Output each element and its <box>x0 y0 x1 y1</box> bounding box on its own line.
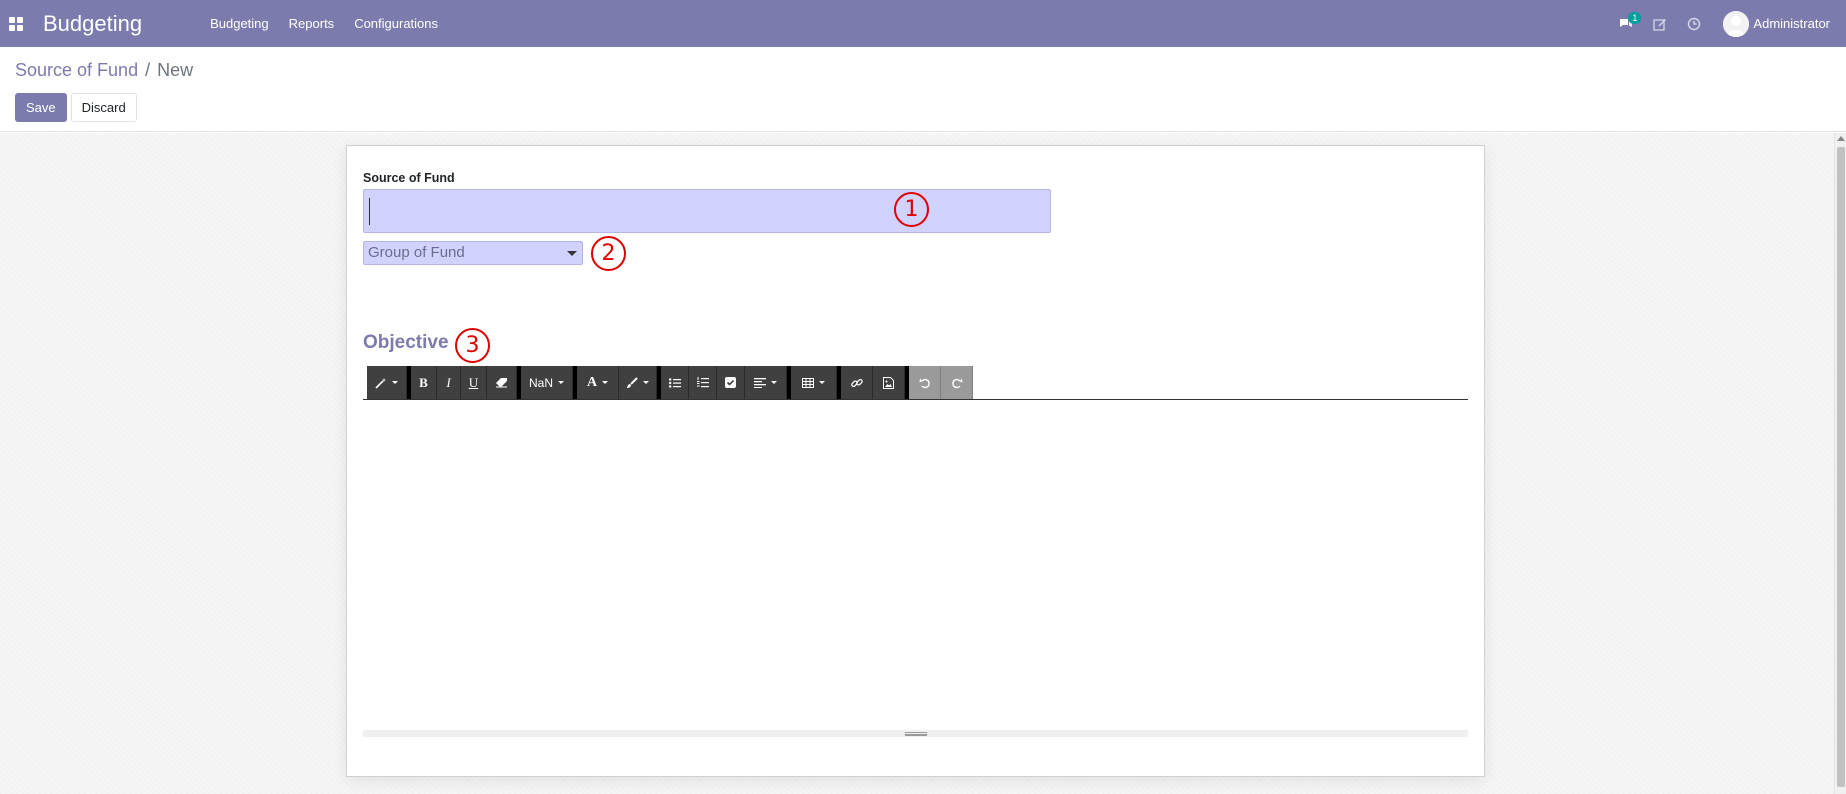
objective-section-title: Objective <box>363 332 449 353</box>
table-icon <box>802 377 814 388</box>
image-icon <box>883 376 894 389</box>
activity-menu[interactable] <box>1677 0 1711 47</box>
scrollbar-thumb[interactable] <box>1837 147 1845 787</box>
annotation-marker-1: 1 <box>894 192 929 227</box>
font-color-label: A <box>586 374 598 390</box>
eraser-icon <box>496 377 507 387</box>
toolbar-group-table <box>791 366 837 399</box>
vertical-scrollbar[interactable] <box>1834 133 1846 794</box>
clock-icon <box>1688 17 1701 30</box>
form-sheet: Source of Fund 1 Group of Fund 2 Objecti… <box>346 145 1485 777</box>
form-buttons: Save Discard <box>15 93 137 122</box>
toolbar-group-size: NaN <box>521 366 573 399</box>
bullet-list-button[interactable] <box>661 366 689 399</box>
control-panel: Source of Fund / New Save Discard <box>0 47 1846 132</box>
menu-item-budgeting[interactable]: Budgeting <box>200 0 279 47</box>
background-color-dropdown[interactable] <box>619 366 657 399</box>
checklist-icon <box>725 377 736 388</box>
save-button[interactable]: Save <box>15 93 67 122</box>
form-view: Source of Fund 1 Group of Fund 2 Objecti… <box>0 133 1846 794</box>
font-size-value: NaN <box>528 375 553 390</box>
paragraph-align-dropdown[interactable] <box>745 366 787 399</box>
discard-button[interactable]: Discard <box>70 93 137 122</box>
main-menu: Budgeting Reports Configurations <box>200 0 448 47</box>
editor-toolbar: B I U NaN A <box>363 366 1468 400</box>
toolbar-group-style <box>367 366 407 399</box>
magic-wand-icon <box>375 377 386 389</box>
group-of-fund-value: Group of Fund <box>368 244 465 261</box>
grip-icon <box>904 731 927 736</box>
toolbar-group-font: B I U <box>411 366 517 399</box>
objective-editor[interactable] <box>363 400 1468 720</box>
source-of-fund-label: Source of Fund <box>363 171 455 185</box>
menu-item-reports[interactable]: Reports <box>279 0 345 47</box>
messages-badge: 1 <box>1628 12 1642 24</box>
user-menu[interactable]: Administrator <box>1711 10 1846 37</box>
clear-format-button[interactable] <box>487 366 517 399</box>
apps-menu-icon[interactable] <box>9 16 23 31</box>
bold-button[interactable]: B <box>411 366 437 399</box>
editor-resize-handle[interactable] <box>363 730 1468 737</box>
table-dropdown[interactable] <box>791 366 837 399</box>
redo-icon <box>951 378 962 388</box>
toolbar-group-insert <box>841 366 905 399</box>
numbered-list-button[interactable] <box>689 366 717 399</box>
redo-button[interactable] <box>941 366 973 399</box>
checklist-button[interactable] <box>717 366 745 399</box>
messaging-menu[interactable]: 1 <box>1609 0 1643 47</box>
style-dropdown-button[interactable] <box>367 366 407 399</box>
font-size-dropdown[interactable]: NaN <box>521 366 573 399</box>
user-name: Administrator <box>1753 16 1830 31</box>
undo-icon <box>919 378 930 388</box>
breadcrumb-parent-link[interactable]: Source of Fund <box>15 60 138 81</box>
underline-button[interactable]: U <box>461 366 487 399</box>
breadcrumb-separator: / <box>145 60 151 80</box>
link-icon <box>850 378 863 387</box>
user-avatar-icon <box>1723 10 1750 37</box>
annotation-marker-2: 2 <box>591 236 626 271</box>
group-of-fund-select[interactable]: Group of Fund <box>363 241 583 265</box>
breadcrumb: Source of Fund / New <box>15 60 193 81</box>
text-cursor <box>369 198 370 225</box>
toolbar-group-color: A <box>577 366 657 399</box>
breadcrumb-current: New <box>157 60 194 80</box>
top-navbar: Budgeting Budgeting Reports Configuratio… <box>0 0 1846 47</box>
chevron-down-icon <box>567 251 577 256</box>
align-icon <box>754 377 766 388</box>
edit-icon <box>1653 18 1667 31</box>
systray: 1 Administrator <box>1609 0 1846 47</box>
activity-edit-menu[interactable] <box>1643 0 1677 47</box>
source-of-fund-input[interactable] <box>363 189 1051 233</box>
toolbar-group-history <box>909 366 973 399</box>
paintbrush-icon <box>627 376 638 388</box>
italic-button[interactable]: I <box>437 366 461 399</box>
bullet-list-icon <box>668 377 681 388</box>
avatar <box>1723 10 1750 37</box>
toolbar-group-paragraph <box>661 366 787 399</box>
insert-link-button[interactable] <box>841 366 873 399</box>
app-brand[interactable]: Budgeting <box>43 11 142 37</box>
insert-image-button[interactable] <box>873 366 905 399</box>
menu-item-configurations[interactable]: Configurations <box>344 0 448 47</box>
scroll-up-icon[interactable] <box>1837 136 1845 141</box>
numbered-list-icon <box>696 377 709 388</box>
font-color-dropdown[interactable]: A <box>577 366 619 399</box>
undo-button[interactable] <box>909 366 941 399</box>
annotation-marker-3: 3 <box>455 328 490 363</box>
